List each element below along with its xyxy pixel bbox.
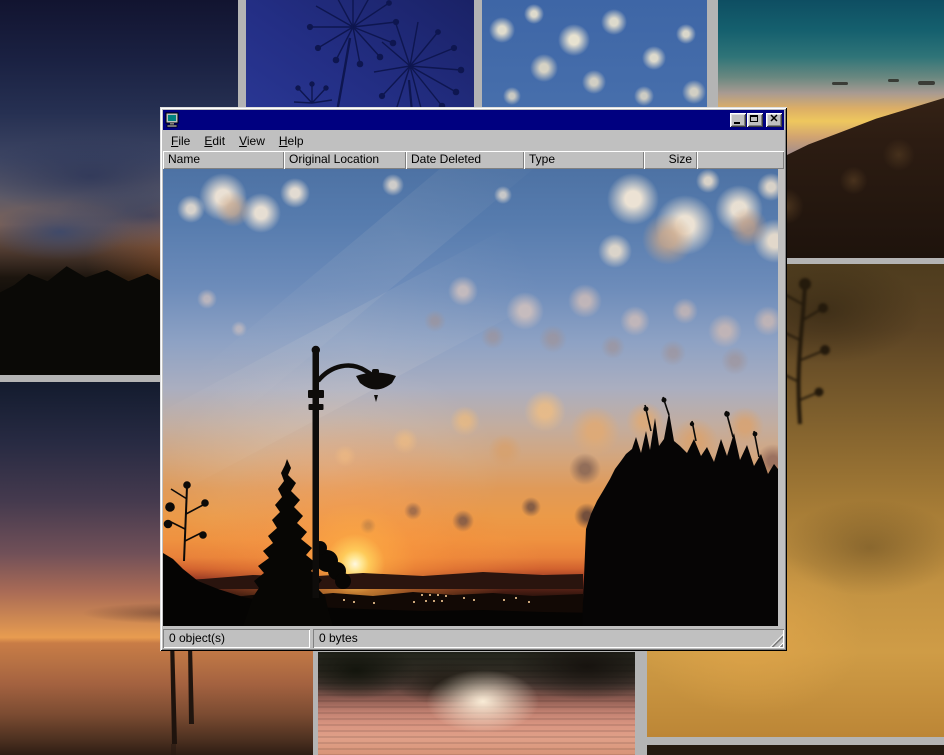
status-size: 0 bytes xyxy=(313,629,784,648)
column-header-type[interactable]: Type xyxy=(524,151,644,169)
file-list-area[interactable] xyxy=(163,169,778,626)
column-header-filler[interactable] xyxy=(697,151,784,169)
menu-file[interactable]: File xyxy=(164,132,197,150)
menu-edit[interactable]: Edit xyxy=(197,132,232,150)
column-header-size[interactable]: Size xyxy=(644,151,697,169)
recycle-bin-window: ✕ File Edit View Help Name Original Loca… xyxy=(160,107,787,651)
menu-help[interactable]: Help xyxy=(272,132,311,150)
distant-island xyxy=(888,79,899,82)
computer-icon[interactable] xyxy=(165,112,181,128)
maximize-button[interactable] xyxy=(747,113,763,127)
distant-island xyxy=(832,82,848,85)
foreground-silhouettes xyxy=(163,169,778,626)
maximize-icon xyxy=(750,115,758,122)
column-header-name[interactable]: Name xyxy=(163,151,284,169)
column-header-original-location[interactable]: Original Location xyxy=(284,151,406,169)
wallpaper-bottom-strip-photo xyxy=(647,745,944,755)
menu-bar: File Edit View Help xyxy=(163,131,784,151)
titlebar[interactable]: ✕ xyxy=(163,110,784,130)
status-bar: 0 object(s) 0 bytes xyxy=(163,626,784,648)
close-icon: ✕ xyxy=(766,113,782,126)
distant-island xyxy=(918,81,935,85)
column-headers: Name Original Location Date Deleted Type… xyxy=(163,151,784,169)
status-object-count: 0 object(s) xyxy=(163,629,310,648)
menu-view[interactable]: View xyxy=(232,132,272,150)
wallpaper-water-reflections-photo xyxy=(318,652,635,755)
minimize-button[interactable] xyxy=(730,113,746,127)
column-header-date-deleted[interactable]: Date Deleted xyxy=(406,151,524,169)
close-button[interactable]: ✕ xyxy=(766,113,782,127)
desktop: ✕ File Edit View Help Name Original Loca… xyxy=(0,0,944,755)
minimize-icon xyxy=(734,122,740,124)
